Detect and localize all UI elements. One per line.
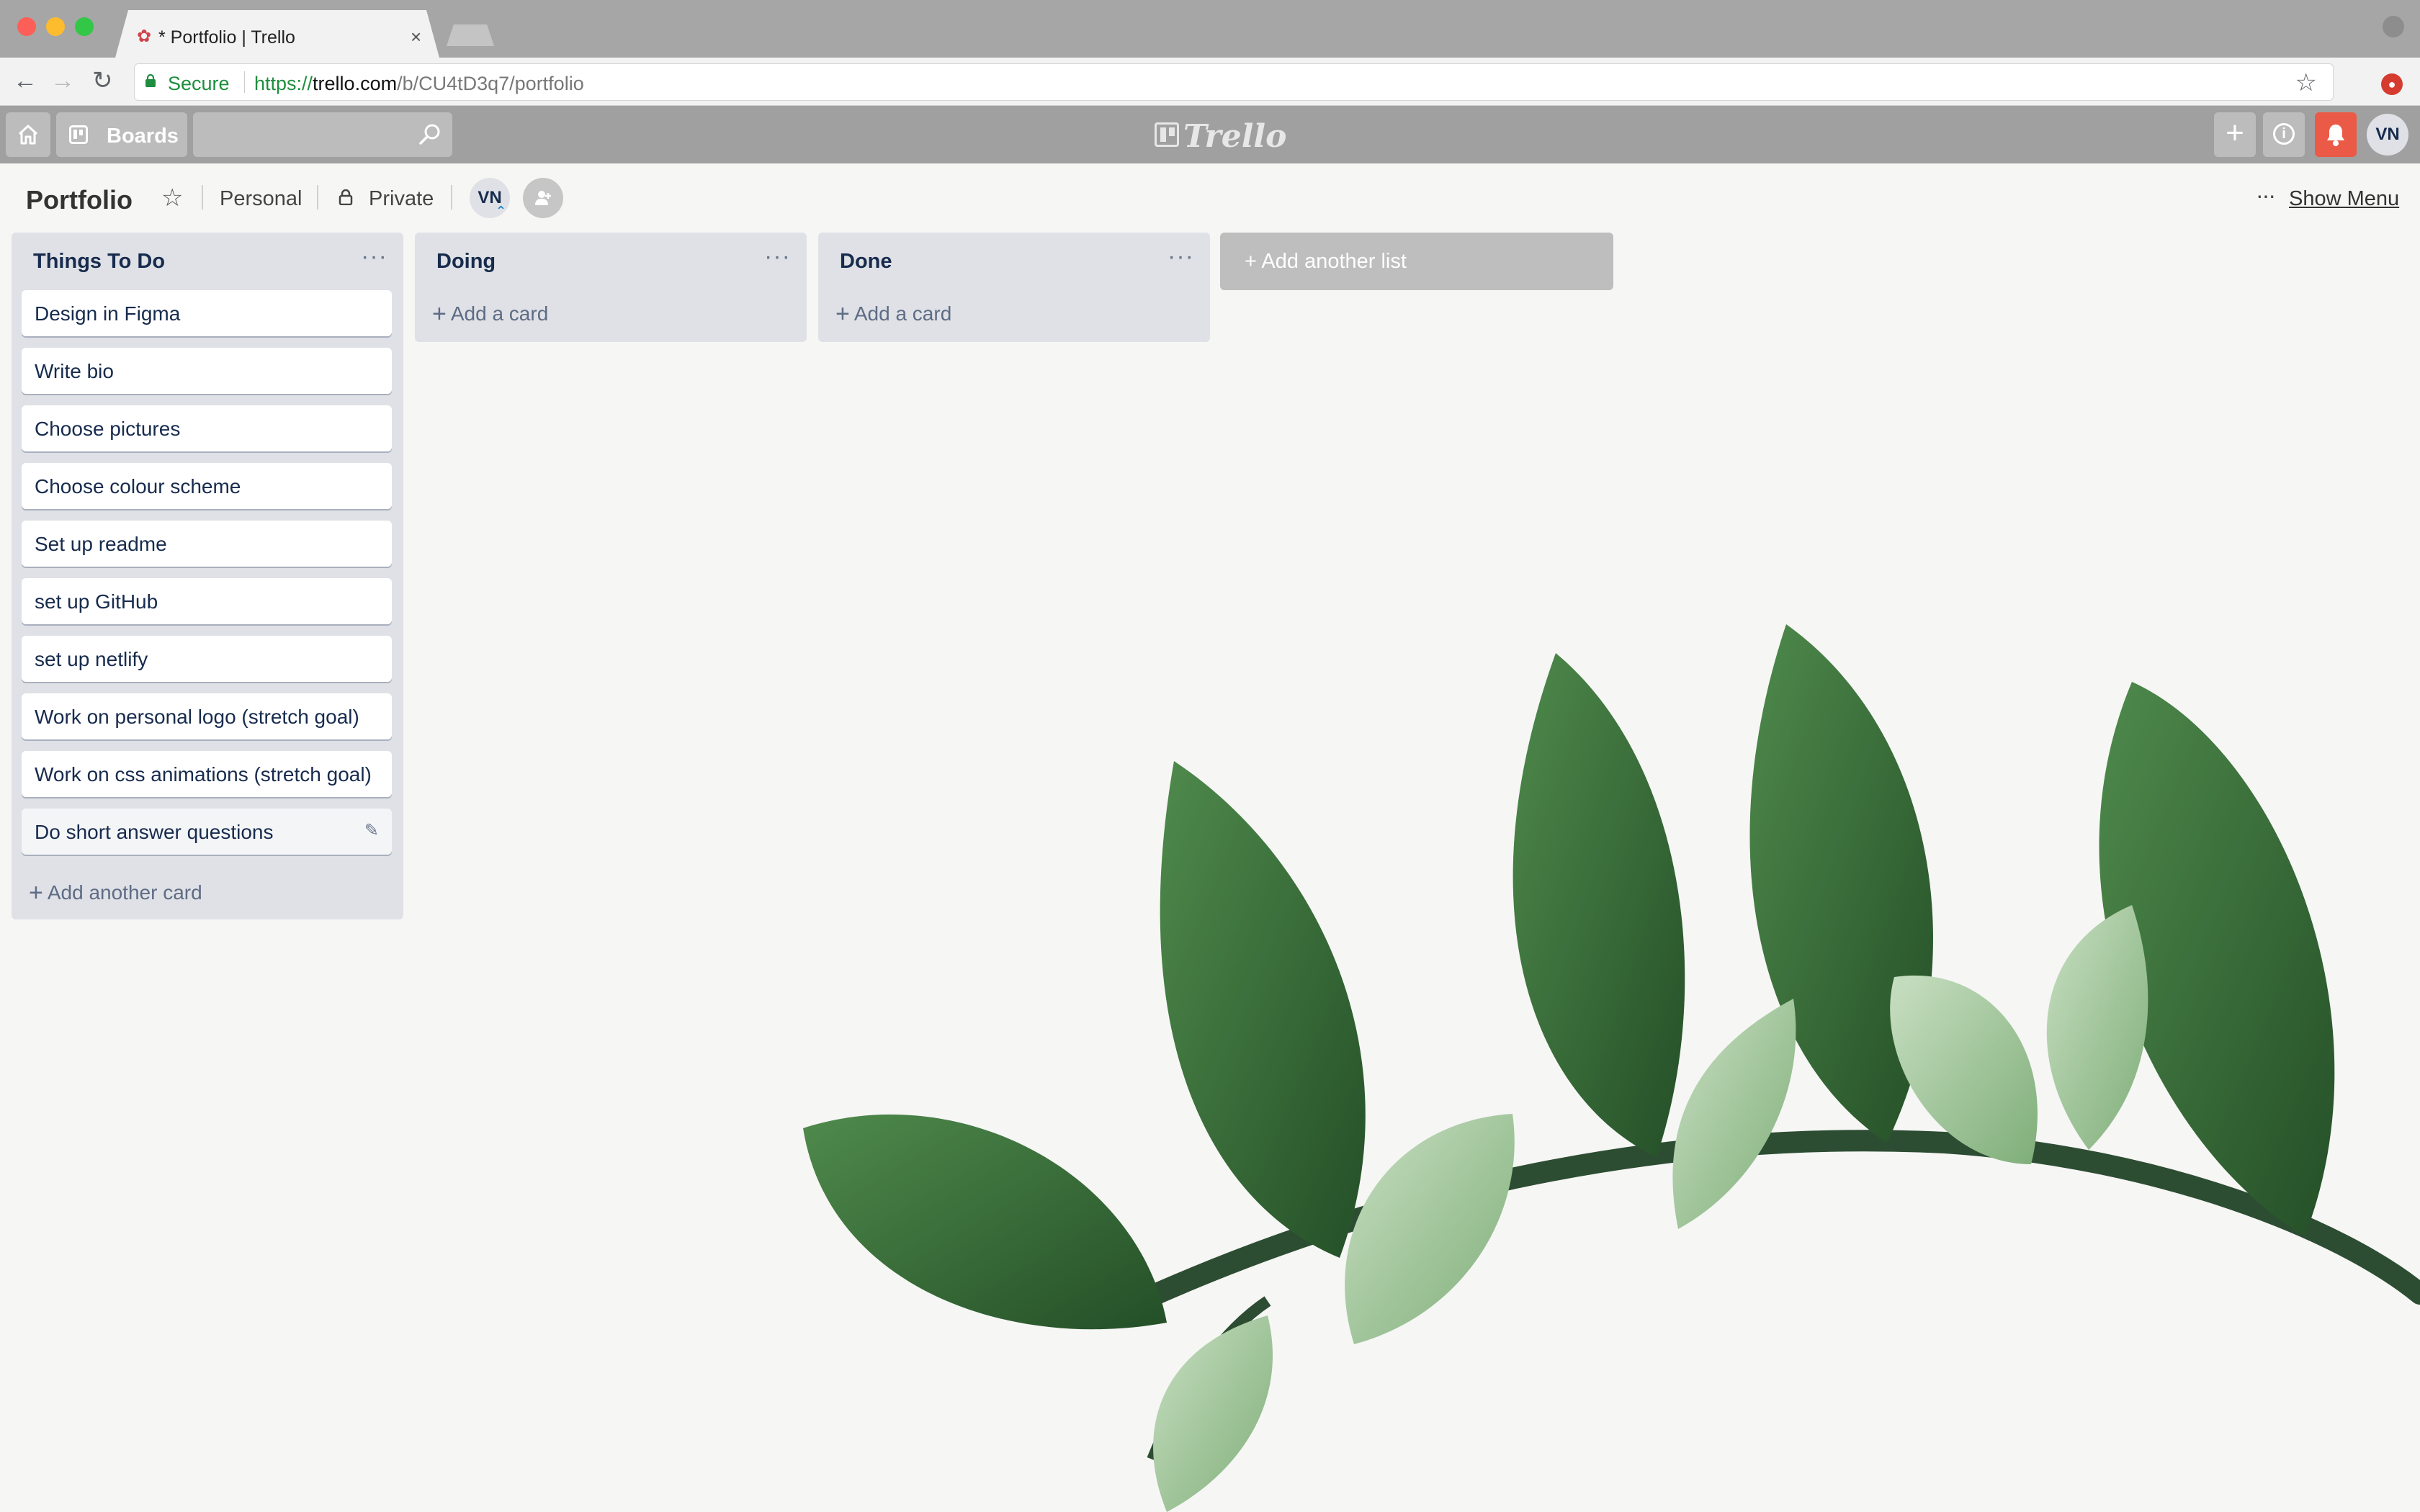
ellipsis-icon[interactable]: ··· [2256, 182, 2276, 209]
info-button[interactable]: i [2263, 112, 2305, 157]
card[interactable]: Work on personal logo (stretch goal) [22, 693, 392, 739]
add-card-label: Add another card [47, 881, 202, 904]
board-title[interactable]: Portfolio [26, 185, 133, 215]
create-plus-icon[interactable]: + [2214, 112, 2256, 157]
add-list-label: + Add another list [1245, 250, 1407, 274]
card[interactable]: Work on css animations (stretch goal) [22, 751, 392, 797]
header-divider [202, 185, 203, 210]
card-hovered[interactable]: Do short answer questions ✎ [22, 809, 392, 855]
card[interactable]: Choose pictures [22, 405, 392, 451]
add-another-card-button[interactable]: + Add another card [29, 879, 202, 907]
card[interactable]: Choose colour scheme [22, 463, 392, 509]
star-icon[interactable]: ☆ [161, 184, 183, 212]
window-maximize-button[interactable] [75, 17, 94, 36]
plus-icon: + [1245, 250, 1262, 273]
url-scheme: https:// [254, 73, 313, 94]
list-title[interactable]: Doing [436, 250, 496, 274]
card-title: Do short answer questions [35, 821, 274, 843]
card-title: Design in Figma [35, 302, 181, 325]
bell-icon [2327, 125, 2344, 146]
secure-label: Secure [168, 73, 230, 94]
secure-lock-icon [145, 74, 156, 87]
card[interactable]: set up GitHub [22, 578, 392, 624]
list-done: Done ··· + Add a card [818, 233, 1210, 342]
lock-icon [339, 189, 353, 205]
pencil-icon[interactable]: ✎ [364, 820, 379, 841]
bookmark-star-icon[interactable]: ☆ [2295, 68, 2317, 97]
card-title: set up netlify [35, 648, 148, 670]
add-card-label: Add a card [450, 302, 549, 325]
browser-profile-icon[interactable] [2383, 16, 2404, 37]
forward-arrow-icon[interactable]: → [50, 66, 75, 95]
trello-favicon-icon: ✿ [137, 27, 152, 46]
url-path: /b/CU4tD3q7/portfolio [397, 73, 584, 94]
card[interactable]: Set up readme [22, 521, 392, 567]
browser-tabstrip: ✿ * Portfolio | Trello × [0, 0, 2420, 58]
notifications-button[interactable] [2315, 112, 2357, 157]
card-title: Work on css animations (stretch goal) [35, 763, 372, 786]
ellipsis-icon[interactable]: ··· [361, 243, 387, 271]
url-divider [244, 71, 245, 93]
url-text: https://trello.com/b/CU4tD3q7/portfolio [254, 73, 584, 95]
reload-icon[interactable]: ↻ [92, 66, 113, 95]
plus-icon: + [29, 879, 43, 906]
add-member-icon [535, 191, 551, 205]
user-avatar[interactable]: VN [2367, 114, 2408, 156]
add-card-button[interactable]: + Add a card [432, 300, 548, 328]
search-input[interactable] [193, 112, 452, 157]
visibility-button[interactable]: Private [369, 187, 434, 211]
show-menu-link[interactable]: Show Menu [2289, 187, 2399, 211]
add-another-list-button[interactable]: + Add another list [1220, 233, 1613, 290]
home-button[interactable] [6, 112, 50, 157]
card[interactable]: Write bio [22, 348, 392, 394]
plus-icon: + [432, 300, 447, 328]
card-title: Set up readme [35, 533, 167, 555]
card-title: Work on personal logo (stretch goal) [35, 706, 359, 728]
add-card-button[interactable]: + Add a card [835, 300, 951, 328]
card-title: Choose colour scheme [35, 475, 241, 498]
address-bar[interactable]: Secure https://trello.com/b/CU4tD3q7/por… [134, 63, 2334, 101]
plus-icon: + [835, 300, 850, 328]
trello-header: Boards Trello + i VN [0, 106, 2420, 163]
card-title: Write bio [35, 360, 114, 382]
browser-tab-active[interactable]: ✿ * Portfolio | Trello × [115, 10, 439, 58]
card-title: Choose pictures [35, 418, 181, 440]
admin-chevron-icon: ⌃ [496, 204, 507, 218]
list-title[interactable]: Things To Do [33, 250, 165, 274]
boards-icon [69, 125, 88, 144]
header-divider [317, 185, 318, 210]
team-button[interactable]: Personal [220, 187, 302, 211]
trello-logo-text: Trello [1183, 118, 1287, 155]
window-close-button[interactable] [17, 17, 36, 36]
card[interactable]: Design in Figma [22, 290, 392, 336]
header-divider [451, 185, 452, 210]
url-host: trello.com [313, 73, 398, 94]
ellipsis-icon[interactable]: ··· [764, 243, 791, 271]
boards-label: Boards [107, 125, 179, 148]
tab-close-icon[interactable]: × [411, 26, 421, 48]
extension-icon[interactable]: ● [2381, 73, 2403, 95]
window-minimize-button[interactable] [46, 17, 65, 36]
boards-button[interactable]: Boards [56, 112, 187, 157]
ellipsis-icon[interactable]: ··· [1168, 243, 1194, 271]
info-icon: i [2273, 123, 2295, 145]
trello-logo-icon [1155, 122, 1179, 147]
add-card-label: Add a card [853, 302, 952, 325]
list-things-to-do: Things To Do ··· Design in Figma Write b… [12, 233, 403, 919]
new-tab-button[interactable] [447, 24, 494, 46]
browser-toolbar: ← → ↻ Secure https://trello.com/b/CU4tD3… [0, 58, 2420, 106]
home-icon [18, 125, 38, 145]
card[interactable]: set up netlify [22, 636, 392, 682]
card-title: set up GitHub [35, 590, 158, 613]
search-icon [419, 124, 440, 145]
list-title[interactable]: Done [840, 250, 892, 274]
tab-title: * Portfolio | Trello [158, 27, 295, 48]
back-arrow-icon[interactable]: ← [13, 66, 37, 95]
list-doing: Doing ··· + Add a card [415, 233, 807, 342]
invite-member-button[interactable] [523, 178, 563, 218]
add-list-text: Add another list [1261, 250, 1407, 273]
board-header: Portfolio ☆ Personal Private VN ⌃ ··· Sh… [0, 163, 2420, 233]
